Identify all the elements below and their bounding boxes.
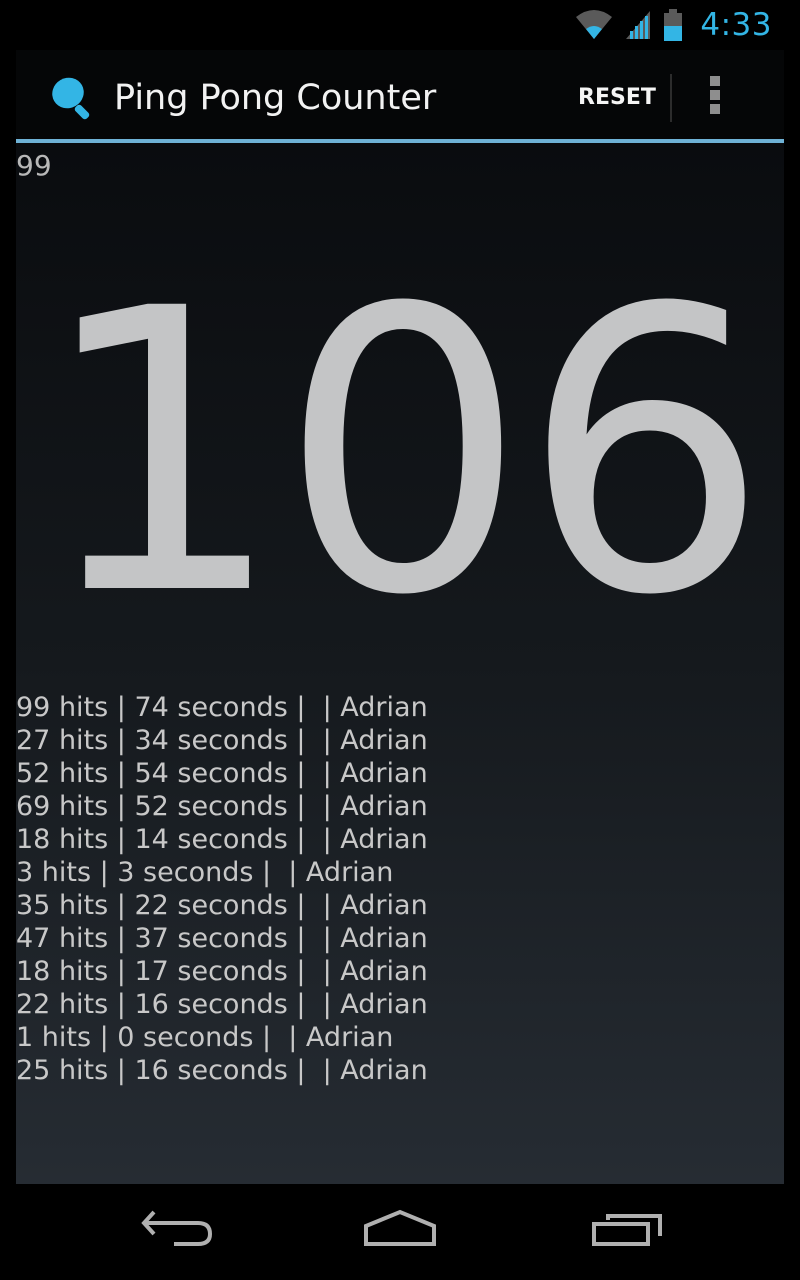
history-item: 99 hits | 74 seconds | | Adrian bbox=[16, 692, 428, 723]
status-bar: 4:33 bbox=[0, 0, 800, 50]
hit-counter[interactable]: 106 bbox=[16, 253, 784, 653]
counter-screen[interactable]: 99 106 99 hits | 74 seconds | | Adrian 2… bbox=[16, 143, 784, 1184]
history-item: 18 hits | 17 seconds | | Adrian bbox=[16, 956, 428, 987]
app-window: Ping Pong Counter RESET 99 106 99 hits |… bbox=[16, 50, 784, 1184]
battery-icon bbox=[664, 9, 683, 41]
recent-apps-button[interactable] bbox=[582, 1206, 672, 1256]
home-button[interactable] bbox=[356, 1206, 446, 1256]
back-button[interactable] bbox=[130, 1206, 220, 1256]
history-list: 99 hits | 74 seconds | | Adrian 27 hits … bbox=[16, 691, 428, 1087]
history-item: 3 hits | 3 seconds | | Adrian bbox=[16, 857, 394, 888]
wifi-icon bbox=[576, 10, 613, 39]
home-icon bbox=[364, 1209, 436, 1246]
action-divider bbox=[670, 74, 672, 122]
reset-button[interactable]: RESET bbox=[564, 72, 674, 124]
signal-icon bbox=[626, 11, 651, 39]
paddle-icon bbox=[52, 77, 90, 120]
recent-apps-icon bbox=[592, 1214, 662, 1246]
history-item: 25 hits | 16 seconds | | Adrian bbox=[16, 1055, 428, 1086]
status-time: 4:33 bbox=[700, 7, 772, 43]
overflow-menu-icon bbox=[710, 76, 720, 114]
back-icon bbox=[141, 1210, 213, 1246]
history-item: 27 hits | 34 seconds | | Adrian bbox=[16, 725, 428, 756]
history-item: 18 hits | 14 seconds | | Adrian bbox=[16, 824, 428, 855]
history-item: 35 hits | 22 seconds | | Adrian bbox=[16, 890, 428, 921]
history-item: 52 hits | 54 seconds | | Adrian bbox=[16, 758, 428, 789]
overflow-menu-button[interactable] bbox=[710, 76, 720, 120]
app-title: Ping Pong Counter bbox=[114, 78, 437, 118]
history-item: 22 hits | 16 seconds | | Adrian bbox=[16, 989, 428, 1020]
history-item: 1 hits | 0 seconds | | Adrian bbox=[16, 1022, 394, 1053]
action-bar: Ping Pong Counter RESET bbox=[16, 50, 784, 143]
navigation-bar bbox=[0, 1184, 800, 1280]
history-item: 69 hits | 52 seconds | | Adrian bbox=[16, 791, 428, 822]
history-item: 47 hits | 37 seconds | | Adrian bbox=[16, 923, 428, 954]
status-icons: 4:33 bbox=[574, 6, 772, 44]
previous-score: 99 bbox=[16, 149, 52, 182]
